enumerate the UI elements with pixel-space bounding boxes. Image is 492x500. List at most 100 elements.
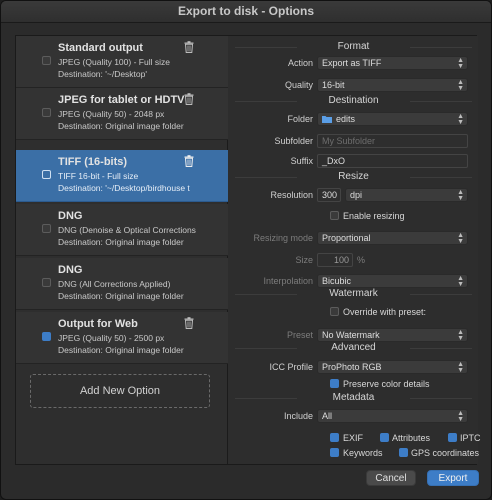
option-format: DNG (Denoise & Optical Corrections	[58, 225, 196, 235]
subfolder-label: Subfolder	[274, 136, 313, 146]
resolution-unit-value: dpi	[350, 190, 363, 200]
suffix-input[interactable]: _DxO	[317, 154, 468, 168]
folder-select[interactable]: edits ▲ ▼	[317, 112, 468, 126]
resizing-mode-select[interactable]: Proportional ▲ ▼	[317, 231, 468, 245]
select-arrows-icon: ▲ ▼	[457, 232, 464, 245]
option-format: TIFF 16-bit - Full size	[58, 171, 139, 181]
override-preset-label: Override with preset:	[343, 307, 427, 317]
gps-label: GPS coordinates	[411, 448, 480, 458]
trash-icon[interactable]	[184, 41, 194, 53]
settings-panel: Format Action Export as TIFF ▲ ▼ Quality 1…	[229, 36, 481, 464]
option-title: DNG	[58, 264, 83, 276]
icc-profile-label: ICC Profile	[269, 362, 313, 372]
option-checkbox[interactable]	[42, 170, 51, 179]
resolution-label: Resolution	[270, 190, 313, 200]
option-destination: Destination: Original image folder	[58, 121, 184, 131]
option-title: Output for Web	[58, 318, 138, 330]
icc-profile-value: ProPhoto RGB	[322, 362, 382, 372]
option-item[interactable]: DNG DNG (All Corrections Applied) Destin…	[16, 258, 228, 310]
action-label: Action	[287, 58, 313, 68]
cancel-button[interactable]: Cancel	[366, 470, 416, 486]
include-label: Include	[283, 411, 313, 421]
option-destination: Destination: Original image folder	[58, 237, 184, 247]
select-arrows-icon: ▲ ▼	[457, 189, 464, 202]
section-advanced-header: Advanced	[229, 342, 478, 354]
select-arrows-icon: ▲ ▼	[457, 410, 464, 423]
select-arrows-icon: ▲ ▼	[457, 361, 464, 374]
quality-label: Quality	[284, 80, 313, 90]
preserve-color-checkbox[interactable]	[330, 379, 339, 388]
add-new-option-button[interactable]: Add New Option	[30, 374, 210, 408]
icc-profile-select[interactable]: ProPhoto RGB ▲ ▼	[317, 360, 468, 374]
resolution-unit-select[interactable]: dpi ▲ ▼	[345, 188, 468, 202]
folder-value: edits	[336, 114, 356, 124]
option-item[interactable]: DNG DNG (Denoise & Optical Corrections D…	[16, 204, 228, 256]
select-arrows-icon: ▲ ▼	[457, 113, 464, 126]
preserve-color-label: Preserve color details	[343, 379, 430, 389]
exif-checkbox[interactable]	[330, 433, 339, 442]
include-select[interactable]: All ▲ ▼	[317, 409, 468, 423]
gps-checkbox[interactable]	[399, 448, 408, 457]
dialog-body: Standard output JPEG (Quality 100) - Ful…	[15, 35, 481, 465]
quality-select[interactable]: 16-bit ▲ ▼	[317, 78, 468, 92]
option-title: DNG	[58, 210, 83, 222]
override-preset-checkbox[interactable]	[330, 307, 339, 316]
exif-label: EXIF	[343, 433, 364, 443]
size-unit: %	[357, 255, 366, 265]
enable-resizing-label: Enable resizing	[343, 211, 405, 221]
section-watermark-header: Watermark	[229, 288, 478, 300]
option-destination: Destination: '~/Desktop'	[58, 69, 148, 79]
interpolation-value: Bicubic	[322, 276, 352, 286]
preset-value: No Watermark	[322, 330, 380, 340]
attributes-checkbox[interactable]	[380, 433, 389, 442]
option-destination: Destination: Original image folder	[58, 345, 184, 355]
option-title: Standard output	[58, 42, 143, 54]
option-item[interactable]: TIFF (16-bits) TIFF 16-bit - Full size D…	[16, 150, 228, 202]
preset-label: Preset	[286, 330, 313, 340]
subfolder-input[interactable]: My Subfolder	[317, 134, 468, 148]
suffix-label: Suffix	[290, 156, 313, 166]
option-item[interactable]: Standard output JPEG (Quality 100) - Ful…	[16, 36, 228, 88]
folder-label: Folder	[287, 114, 313, 124]
option-destination: Destination: '~/Desktop/birdhouse t	[58, 183, 190, 193]
size-input[interactable]: 100	[317, 253, 353, 267]
include-value: All	[322, 411, 333, 421]
option-item[interactable]: JPEG for tablet or HDTV JPEG (Quality 50…	[16, 88, 228, 140]
attributes-label: Attributes	[392, 433, 431, 443]
select-arrows-icon: ▲ ▼	[457, 329, 464, 342]
option-checkbox[interactable]	[42, 224, 51, 233]
keywords-label: Keywords	[343, 448, 383, 458]
preset-select[interactable]: No Watermark ▲ ▼	[317, 328, 468, 342]
trash-icon[interactable]	[184, 93, 194, 105]
option-format: JPEG (Quality 50) - 2048 px	[58, 109, 165, 119]
export-options-list: Standard output JPEG (Quality 100) - Ful…	[16, 36, 228, 464]
option-checkbox[interactable]	[42, 56, 51, 65]
window-title: Export to disk - Options	[1, 1, 491, 23]
resizing-mode-label: Resizing mode	[253, 233, 313, 243]
resolution-input[interactable]: 300	[317, 188, 341, 202]
interpolation-label: Interpolation	[263, 276, 313, 286]
select-arrows-icon: ▲ ▼	[457, 57, 464, 70]
option-item[interactable]: Output for Web JPEG (Quality 50) - 2500 …	[16, 312, 228, 364]
option-format: JPEG (Quality 100) - Full size	[58, 57, 170, 67]
export-button[interactable]: Export	[427, 470, 479, 486]
iptc-checkbox[interactable]	[448, 433, 457, 442]
option-title: JPEG for tablet or HDTV	[58, 94, 185, 106]
action-value: Export as TIFF	[322, 58, 382, 68]
option-checkbox[interactable]	[42, 108, 51, 117]
iptc-label: IPTC	[460, 433, 481, 443]
folder-icon	[322, 116, 332, 123]
trash-icon[interactable]	[184, 155, 194, 167]
quality-value: 16-bit	[322, 80, 345, 90]
option-checkbox[interactable]	[42, 278, 51, 287]
option-checkbox[interactable]	[42, 332, 51, 341]
section-resize-header: Resize	[229, 171, 478, 183]
section-metadata-header: Metadata	[229, 392, 478, 404]
enable-resizing-checkbox[interactable]	[330, 211, 339, 220]
trash-icon[interactable]	[184, 317, 194, 329]
keywords-checkbox[interactable]	[330, 448, 339, 457]
action-select[interactable]: Export as TIFF ▲ ▼	[317, 56, 468, 70]
resizing-mode-value: Proportional	[322, 233, 371, 243]
interpolation-select[interactable]: Bicubic ▲ ▼	[317, 274, 468, 288]
export-dialog: Export to disk - Options Standard output…	[0, 0, 492, 500]
